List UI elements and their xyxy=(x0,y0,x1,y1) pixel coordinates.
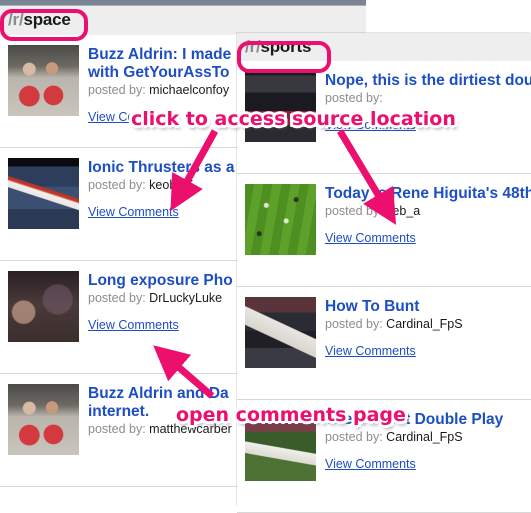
subreddit-prefix: /r/ xyxy=(8,10,24,29)
posted-by-label: posted by: xyxy=(325,430,383,444)
post-author-meta: posted by: Cardinal_FpS xyxy=(325,430,531,444)
post-thumbnail[interactable] xyxy=(245,297,316,368)
post-author[interactable]: seb_a xyxy=(386,204,420,218)
panel-header-sports: /r/sports xyxy=(237,33,531,61)
posted-by-label: posted by: xyxy=(88,83,146,97)
post-title-link[interactable]: Nope, this is the dirtiest dou xyxy=(325,72,531,90)
view-comments-link[interactable]: View Comments xyxy=(88,205,179,219)
subreddit-prefix: /r/ xyxy=(245,37,261,56)
thumbnail-image-night-sky xyxy=(8,271,79,342)
post-thumbnail[interactable] xyxy=(8,384,79,455)
post-row: Today is Rene Higuita's 48th posted by: … xyxy=(237,174,531,287)
subreddit-title-sports[interactable]: /r/sports xyxy=(245,37,311,57)
posted-by-label: posted by: xyxy=(325,317,383,331)
post-row: How To Bunt posted by: Cardinal_FpS View… xyxy=(237,287,531,400)
subreddit-title-space[interactable]: /r/space xyxy=(8,10,71,30)
post-title-link[interactable]: Today is Rene Higuita's 48th xyxy=(325,185,531,203)
thumbnail-image-soccer-pitch xyxy=(245,184,316,255)
annotation-click-source: click to access source location xyxy=(131,108,456,130)
view-comments-link[interactable]: View Comments xyxy=(325,344,416,358)
thumbnail-image-aldrin xyxy=(8,384,79,455)
panel-header-space: /r/space xyxy=(0,6,366,35)
posted-by-label: posted by: xyxy=(325,91,383,105)
subreddit-name: space xyxy=(23,10,71,29)
posted-by-label: posted by: xyxy=(88,291,146,305)
thumbnail-image-aldrin xyxy=(8,45,79,116)
post-thumbnail[interactable] xyxy=(8,158,79,229)
post-title-link[interactable]: How To Bunt xyxy=(325,298,531,316)
posted-by-label: posted by: xyxy=(88,178,146,192)
view-comments-link[interactable]: View Comments xyxy=(325,231,416,245)
post-thumbnail[interactable] xyxy=(245,184,316,255)
thumbnail-image-plane xyxy=(8,158,79,229)
thumbnail-image-stage xyxy=(245,71,316,142)
post-author-meta: posted by: Cardinal_FpS xyxy=(325,317,531,331)
post-thumbnail[interactable] xyxy=(8,45,79,116)
post-thumbnail[interactable] xyxy=(8,271,79,342)
post-author-meta: posted by: xyxy=(325,91,531,105)
view-comments-link[interactable]: View Comments xyxy=(88,318,179,332)
posted-by-label: posted by: xyxy=(88,422,146,436)
subreddit-name: sports xyxy=(260,37,312,56)
subreddit-panel-sports: /r/sports Nope, this is the dirtiest dou… xyxy=(237,33,531,513)
annotation-open-comments: open comments page xyxy=(176,404,406,426)
view-comments-link[interactable]: View Comments xyxy=(325,457,416,471)
post-author-meta: posted by: seb_a xyxy=(325,204,531,218)
post-author[interactable]: keobUK xyxy=(149,178,193,192)
thumbnail-image-bunt xyxy=(245,297,316,368)
post-author[interactable]: michaelconfoy xyxy=(149,83,229,97)
post-author[interactable]: DrLuckyLuke xyxy=(149,291,222,305)
post-content: Today is Rene Higuita's 48th posted by: … xyxy=(325,183,531,247)
post-content: How To Bunt posted by: Cardinal_FpS View… xyxy=(325,296,531,360)
post-author[interactable]: Cardinal_FpS xyxy=(386,430,462,444)
post-author[interactable]: Cardinal_FpS xyxy=(386,317,462,331)
posted-by-label: posted by: xyxy=(325,204,383,218)
post-thumbnail[interactable] xyxy=(245,71,316,142)
